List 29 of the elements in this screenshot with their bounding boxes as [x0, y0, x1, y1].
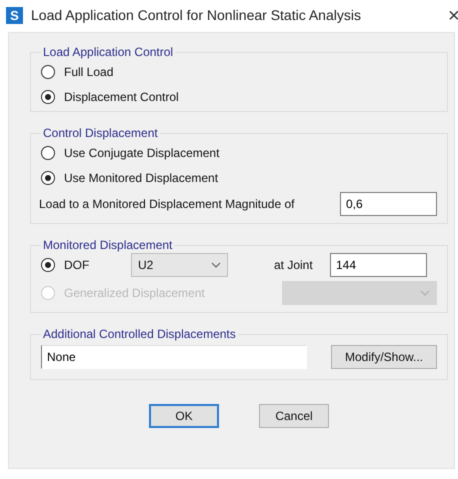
- window-title: Load Application Control for Nonlinear Static Analysis: [31, 6, 361, 25]
- group-title: Control Displacement: [42, 126, 159, 140]
- cancel-button[interactable]: Cancel: [259, 404, 329, 428]
- field-label: at Joint: [274, 257, 314, 274]
- field-label: Load to a Monitored Displacement Magnitude of: [39, 196, 294, 212]
- displacements-field[interactable]: None: [41, 345, 307, 369]
- radio-button[interactable]: [41, 64, 55, 78]
- app-icon: S: [6, 7, 23, 24]
- caret-icon: [420, 290, 430, 296]
- radio-option[interactable]: Displacement Control: [41, 84, 437, 109]
- group-title: Load Application Control: [42, 45, 174, 59]
- radio-option[interactable]: Use Conjugate Displacement: [41, 140, 437, 165]
- radio-button[interactable]: [41, 258, 55, 272]
- dropdown-value: U2: [138, 257, 154, 274]
- radio-button[interactable]: [41, 90, 55, 104]
- radio-option[interactable]: DOF: [41, 252, 131, 278]
- radio-option[interactable]: Full Load: [41, 59, 437, 84]
- radio-option[interactable]: Use Monitored Displacement: [41, 165, 437, 190]
- radio-button[interactable]: [41, 170, 55, 184]
- modify-show-button[interactable]: Modify/Show...: [331, 345, 437, 369]
- joint-field[interactable]: 144: [330, 253, 427, 277]
- radio-button[interactable]: [41, 146, 55, 160]
- close-button[interactable]: ×: [448, 0, 458, 30]
- caret-icon: [211, 262, 221, 268]
- magnitude-field[interactable]: 0,6: [340, 192, 437, 216]
- dof-dropdown[interactable]: U2: [131, 253, 228, 277]
- group-title: Additional Controlled Displacements: [42, 327, 237, 341]
- ok-button[interactable]: OK: [149, 404, 219, 428]
- group-title: Monitored Displacement: [42, 238, 174, 252]
